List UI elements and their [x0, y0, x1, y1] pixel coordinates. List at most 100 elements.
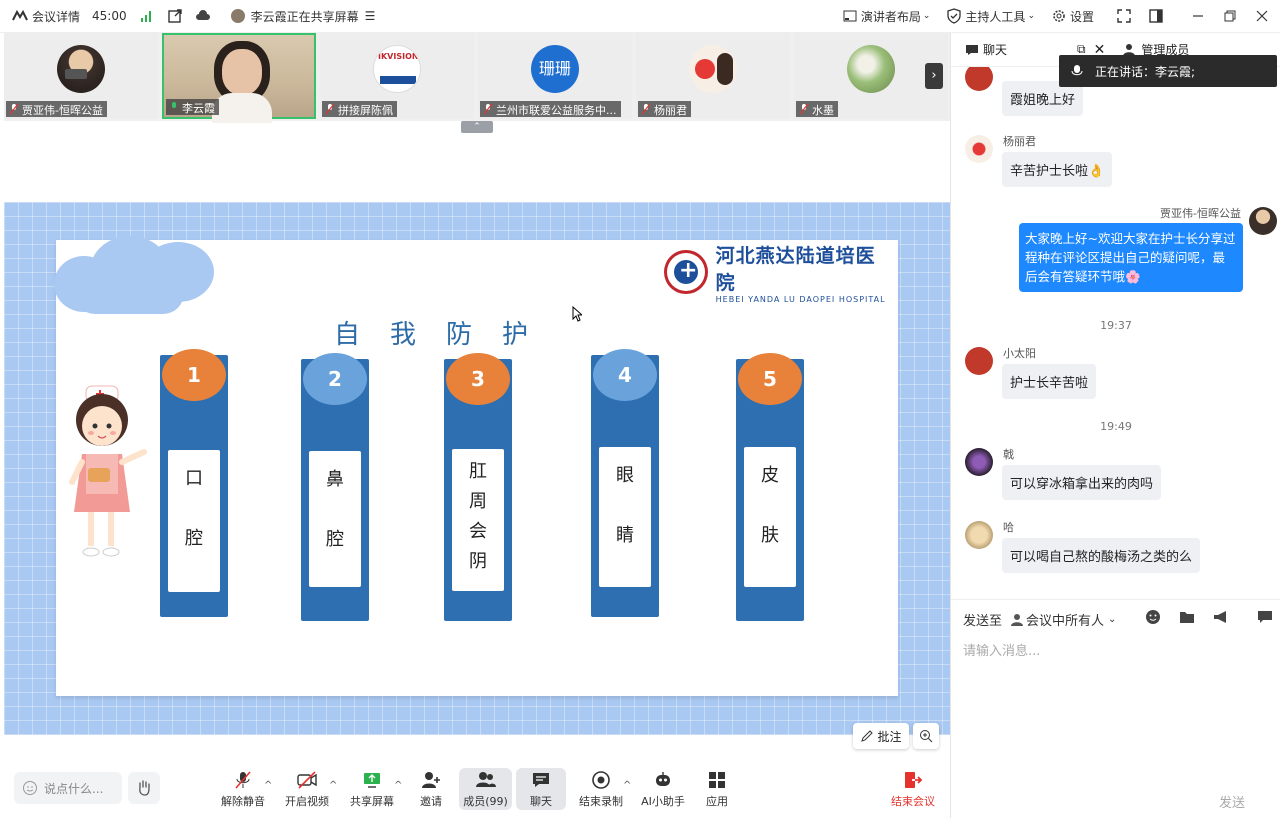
topic-number: 3 [446, 353, 510, 405]
shield-icon [947, 8, 962, 24]
message-sender: 戟 [1003, 448, 1014, 461]
cloud-recording-icon[interactable] [195, 8, 211, 24]
video-options-caret[interactable]: ^ [329, 780, 337, 791]
chat-button[interactable]: 聊天 [516, 768, 566, 810]
close-icon[interactable] [1254, 8, 1270, 24]
hospital-seal-icon [664, 250, 708, 294]
nurse-illustration [69, 385, 147, 557]
emoji-icon[interactable] [1145, 609, 1161, 628]
members-button[interactable]: 成员(99) [459, 768, 512, 810]
message-input[interactable]: 请输入消息... [963, 640, 1040, 659]
participant-name: 贾亚伟-恒晖公益 [6, 101, 107, 117]
topic-char: 眼 [616, 465, 634, 486]
chat-message-list: 霞姐晚上好 杨丽君 辛苦护士长啦👌 贾亚伟-恒晖公益 大家晚上好~欢迎大家在护士… [951, 67, 1280, 627]
end-meeting-button[interactable]: 结束会议 [888, 768, 938, 810]
apps-label: 应用 [706, 795, 728, 808]
participant-name-text: 拼接屏陈佩 [338, 104, 393, 117]
meeting-details-button[interactable]: 会议详情 [12, 8, 80, 25]
chat-icon [966, 44, 978, 55]
tab-chat[interactable]: 聊天 [965, 41, 1007, 58]
message-sender: 杨丽君 [1003, 135, 1036, 148]
end-recording-label: 结束录制 [579, 795, 623, 808]
topic-pillar-2: 2 鼻 腔 [301, 353, 369, 621]
recording-options-caret[interactable]: ^ [623, 780, 631, 791]
quick-comment-input[interactable]: 说点什么... [14, 772, 122, 804]
robot-icon [656, 772, 670, 786]
more-chat-options-icon[interactable] [1257, 609, 1273, 628]
audio-options-caret[interactable]: ^ [264, 780, 272, 791]
zoom-in-button[interactable] [913, 723, 939, 749]
annotate-button[interactable]: 批注 [853, 723, 909, 749]
topic-pillar-3: 3 肛 周 会 阴 [444, 353, 512, 621]
start-video-button[interactable]: 开启视频 [284, 768, 330, 810]
external-link-icon[interactable] [167, 8, 183, 24]
topic-number: 1 [162, 349, 226, 401]
share-screen-icon [364, 773, 380, 788]
avatar [965, 521, 993, 549]
hospital-logo: 河北燕达陆道培医院 HEBEI YANDA LU DAOPEI HOSPITAL [664, 245, 894, 304]
speaker-layout-button[interactable]: 演讲者布局 ⌄ [842, 8, 930, 25]
exit-icon [905, 772, 923, 788]
participant-tile[interactable]: 贾亚伟-恒晖公益 [4, 33, 158, 119]
host-tools-label: 主持人工具 [965, 9, 1026, 24]
slide-title: 自我防护 [334, 320, 559, 350]
ai-assistant-button[interactable]: AI小助手 [640, 768, 686, 810]
minimize-icon[interactable] [1190, 8, 1206, 24]
participant-name: 李云霞 [166, 99, 219, 115]
topic-number: 4 [593, 349, 657, 401]
topic-char: 肤 [761, 525, 779, 546]
participant-name: 水墨 [796, 101, 838, 117]
menu-lines-icon[interactable]: ☰ [365, 9, 376, 23]
apps-button[interactable]: 应用 [700, 768, 734, 810]
speaker-layout-label: 演讲者布局 [860, 9, 921, 24]
add-user-icon [422, 772, 440, 788]
hospital-name-cn: 河北燕达陆道培医院 [715, 244, 876, 294]
host-tools-button[interactable]: 主持人工具 ⌄ [946, 8, 1035, 25]
collapse-strip-button[interactable]: ⌃ [461, 121, 493, 133]
signal-icon[interactable] [139, 8, 155, 24]
message-bubble: 可以喝自己熬的酸梅汤之类的么 [1002, 538, 1201, 573]
topic-pillar-5: 5 皮 肤 [736, 353, 804, 621]
timestamp: 19:49 [1100, 420, 1132, 433]
send-button[interactable]: 发送 [1219, 792, 1245, 811]
hospital-name-en: HEBEI YANDA LU DAOPEI HOSPITAL [715, 294, 886, 304]
topic-pillar-1: 1 口 腔 [160, 349, 228, 617]
gear-icon [1053, 10, 1065, 22]
megaphone-icon[interactable] [1213, 609, 1229, 628]
share-options-caret[interactable]: ^ [394, 780, 402, 791]
emoji-icon [23, 781, 37, 795]
avatar [57, 45, 105, 93]
raise-hand-button[interactable] [128, 772, 160, 804]
message-bubble: 可以穿冰箱拿出来的肉吗 [1002, 465, 1162, 500]
topic-text: 口 腔 [168, 450, 220, 592]
message-line: 程种在评论区提出自己的疑问呢，最 [1025, 250, 1226, 265]
end-recording-button[interactable]: 结束录制 [578, 768, 624, 810]
folder-icon[interactable] [1179, 609, 1195, 628]
send-to-selector[interactable]: 发送至 会议中所有人 ⌄ [963, 610, 1116, 629]
message-sender: 小太阳 [1003, 347, 1036, 360]
topic-number: 2 [303, 353, 367, 405]
topic-pillar-4: 4 眼 睛 [591, 349, 659, 617]
restore-icon[interactable] [1222, 8, 1238, 24]
sidebar-toggle-icon[interactable] [1148, 8, 1164, 24]
fullscreen-icon[interactable] [1116, 8, 1132, 24]
chat-message-self: 贾亚伟-恒晖公益 大家晚上好~欢迎大家在护士长分享过 程种在评论区提出自己的疑问… [951, 207, 1280, 307]
participant-tile[interactable]: IKVISION 拼接屏陈佩 [320, 33, 474, 119]
chevron-down-icon: ⌄ [1108, 614, 1117, 625]
chat-label: 聊天 [530, 795, 552, 808]
annotate-label: 批注 [877, 729, 902, 744]
participant-tile[interactable]: 珊珊 兰州市联爱公益服务中... [478, 33, 632, 119]
participant-tile-active-speaker[interactable]: 李云霞 [162, 33, 316, 123]
next-page-button[interactable]: › [925, 63, 943, 89]
unmute-button[interactable]: 解除静音 [220, 768, 266, 810]
invite-button[interactable]: 邀请 [414, 768, 448, 810]
participant-tile[interactable]: 杨丽君 [636, 33, 790, 119]
participant-name-text: 兰州市联爱公益服务中... [496, 104, 617, 117]
avatar: IKVISION [373, 45, 421, 93]
hand-icon [139, 780, 150, 796]
mic-muted-icon [483, 103, 493, 115]
share-screen-button[interactable]: 共享屏幕 [349, 768, 395, 810]
settings-button[interactable]: 设置 [1051, 8, 1094, 25]
bottom-toolbar: 说点什么... 解除静音 ^ 开启视频 ^ 共享屏幕 ^ 邀请 成员(99) 聊… [0, 758, 950, 818]
participant-name: 拼接屏陈佩 [322, 101, 397, 117]
